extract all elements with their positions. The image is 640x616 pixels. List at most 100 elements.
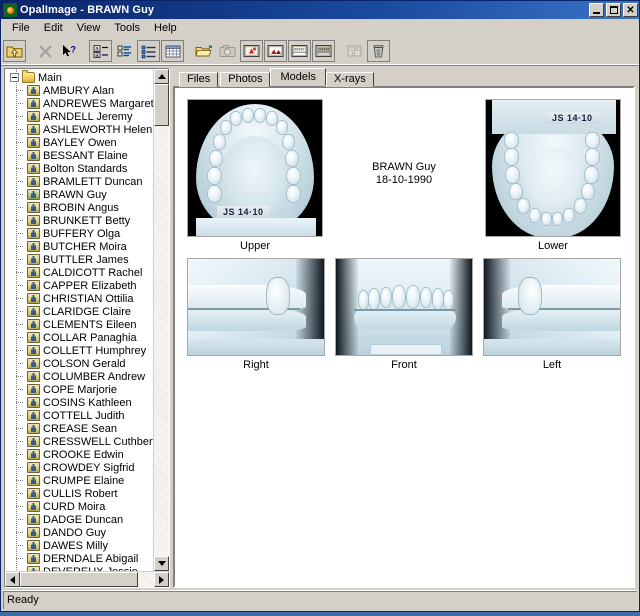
tree-vertical-scrollbar[interactable] <box>153 69 169 571</box>
title-bar: OpalImage - BRAWN Guy ✕ <box>1 1 639 19</box>
tree-item-label: DAWES Milly <box>43 539 108 552</box>
model-image-front[interactable] <box>335 258 473 356</box>
tree-body: Main AMBURY Alan ANDREWES Margaret ARNDE… <box>5 69 169 571</box>
tree-item-bayley-owen[interactable]: BAYLEY Owen <box>5 136 153 149</box>
scroll-up-button[interactable] <box>154 69 169 84</box>
tree-item-collett-humphrey[interactable]: COLLETT Humphrey <box>5 344 153 357</box>
tree-item-cottell-judith[interactable]: COTTELL Judith <box>5 409 153 422</box>
tree-item-clements-eileen[interactable]: CLEMENTS Eileen <box>5 318 153 331</box>
tree-item-cope-marjorie[interactable]: COPE Marjorie <box>5 383 153 396</box>
tree-item-christian-ottilia[interactable]: CHRISTIAN Ottilia <box>5 292 153 305</box>
model-image-left[interactable] <box>483 258 621 356</box>
tab-models[interactable]: Models <box>270 68 326 86</box>
tree-item-bessant-elaine[interactable]: BESSANT Elaine <box>5 149 153 162</box>
tree-item-dando-guy[interactable]: DANDO Guy <box>5 526 153 539</box>
tree-item-curd-moira[interactable]: CURD Moira <box>5 500 153 513</box>
tree-item-label: CRUMPE Elaine <box>43 474 125 487</box>
menu-edit[interactable]: Edit <box>37 21 70 35</box>
resize-grip[interactable] <box>623 593 637 607</box>
tree-horizontal-scrollbar[interactable] <box>5 571 169 587</box>
lateral-incisor <box>420 287 432 308</box>
central-incisor <box>406 285 420 309</box>
delete-button[interactable] <box>34 40 57 62</box>
scroll-track[interactable] <box>154 84 169 556</box>
tree-item-arndell-jeremy[interactable]: ARNDELL Jeremy <box>5 110 153 123</box>
tooth <box>286 167 301 185</box>
tree-item-capper-elizabeth[interactable]: CAPPER Elizabeth <box>5 279 153 292</box>
tree-item-brawn-guy[interactable]: BRAWN Guy <box>5 188 153 201</box>
patient-record-icon <box>27 176 40 187</box>
large-icons-button[interactable]: a a <box>89 40 112 62</box>
tree-item-crease-sean[interactable]: CREASE Sean <box>5 422 153 435</box>
menu-tools[interactable]: Tools <box>107 21 147 35</box>
model-image-upper[interactable]: JS 14·10 <box>187 99 323 237</box>
patient-record-icon <box>27 371 40 382</box>
edit-image-button[interactable] <box>264 40 287 62</box>
tab-xrays[interactable]: X-rays <box>325 72 374 87</box>
xrays-button[interactable] <box>312 40 335 62</box>
tree-item-buttler-james[interactable]: BUTTLER James <box>5 253 153 266</box>
occlusal-line <box>354 309 456 311</box>
list-view-button[interactable] <box>137 40 160 62</box>
minimize-button[interactable] <box>589 3 604 17</box>
tree-item-brunkett-betty[interactable]: BRUNKETT Betty <box>5 214 153 227</box>
tree-item-colson-gerald[interactable]: COLSON Gerald <box>5 357 153 370</box>
tree-item-butcher-moira[interactable]: BUTCHER Moira <box>5 240 153 253</box>
trash-button[interactable] <box>367 40 390 62</box>
small-icons-button[interactable] <box>113 40 136 62</box>
tree-item-bramlett-duncan[interactable]: BRAMLETT Duncan <box>5 175 153 188</box>
scroll-left-button[interactable] <box>5 572 20 587</box>
tree-node-root[interactable]: Main <box>5 70 153 84</box>
tree-item-crumpe-elaine[interactable]: CRUMPE Elaine <box>5 474 153 487</box>
tree-scroll-area[interactable]: Main AMBURY Alan ANDREWES Margaret ARNDE… <box>5 69 153 571</box>
up-one-level-button[interactable] <box>3 40 26 62</box>
capture-button[interactable] <box>216 40 239 62</box>
status-bar: Ready <box>3 590 637 609</box>
patient-record-icon <box>27 98 40 109</box>
tree-item-collar-panaghia[interactable]: COLLAR Panaghia <box>5 331 153 344</box>
acquire-image-button[interactable] <box>240 40 263 62</box>
tree-item-derndale-abigail[interactable]: DERNDALE Abigail <box>5 552 153 565</box>
tree-item-cresswell-cuthbert[interactable]: CRESSWELL Cuthbert <box>5 435 153 448</box>
tree-item-ambury-alan[interactable]: AMBURY Alan <box>5 84 153 97</box>
tree-item-label: DADGE Duncan <box>43 513 124 526</box>
tree-item-buffery-olga[interactable]: BUFFERY Olga <box>5 227 153 240</box>
models-button[interactable] <box>288 40 311 62</box>
model-image-right[interactable] <box>187 258 325 356</box>
scroll-down-button[interactable] <box>154 556 169 571</box>
tree-item-crowdey-sigfrid[interactable]: CROWDEY Sigfrid <box>5 461 153 474</box>
new-record-button[interactable] <box>192 40 215 62</box>
tab-photos[interactable]: Photos <box>220 72 271 87</box>
menu-file[interactable]: File <box>5 21 37 35</box>
scroll-right-button[interactable] <box>154 572 169 587</box>
tree-item-devereux-jessie[interactable]: DEVEREUX Jessie <box>5 565 153 571</box>
patient-record-icon <box>27 566 40 571</box>
tree-item-dadge-duncan[interactable]: DADGE Duncan <box>5 513 153 526</box>
tree-item-claridge-claire[interactable]: CLARIDGE Claire <box>5 305 153 318</box>
menu-help[interactable]: Help <box>147 21 184 35</box>
maximize-button[interactable] <box>606 3 621 17</box>
close-button[interactable]: ✕ <box>623 3 638 17</box>
tree-item-crooke-edwin[interactable]: CROOKE Edwin <box>5 448 153 461</box>
details-view-button[interactable] <box>161 40 184 62</box>
model-image-lower[interactable]: JS 14·10 <box>484 99 621 237</box>
scroll-track-horizontal[interactable] <box>20 572 154 587</box>
print-button[interactable]: CBD N <box>343 40 366 62</box>
scroll-thumb-horizontal[interactable] <box>20 572 138 587</box>
tree-item-dawes-milly[interactable]: DAWES Milly <box>5 539 153 552</box>
tree-item-cullis-robert[interactable]: CULLIS Robert <box>5 487 153 500</box>
tree-item-andrewes-margaret[interactable]: ANDREWES Margaret <box>5 97 153 110</box>
tree-item-ashleworth-helen[interactable]: ASHLEWORTH Helen <box>5 123 153 136</box>
tree-item-columber-andrew[interactable]: COLUMBER Andrew <box>5 370 153 383</box>
tooth <box>220 120 232 135</box>
scroll-thumb[interactable] <box>154 84 169 126</box>
help-pointer-button[interactable]: ? <box>58 40 81 62</box>
tree-item-caldicott-rachel[interactable]: CALDICOTT Rachel <box>5 266 153 279</box>
menu-view[interactable]: View <box>70 21 108 35</box>
tab-files[interactable]: Files <box>179 72 219 87</box>
tree-item-bolton-standards[interactable]: Bolton Standards <box>5 162 153 175</box>
tree-item-cosins-kathleen[interactable]: COSINS Kathleen <box>5 396 153 409</box>
tree-item-label: ANDREWES Margaret <box>43 97 153 110</box>
tree-item-brobin-angus[interactable]: BROBIN Angus <box>5 201 153 214</box>
collapse-expander-icon[interactable] <box>10 73 19 82</box>
